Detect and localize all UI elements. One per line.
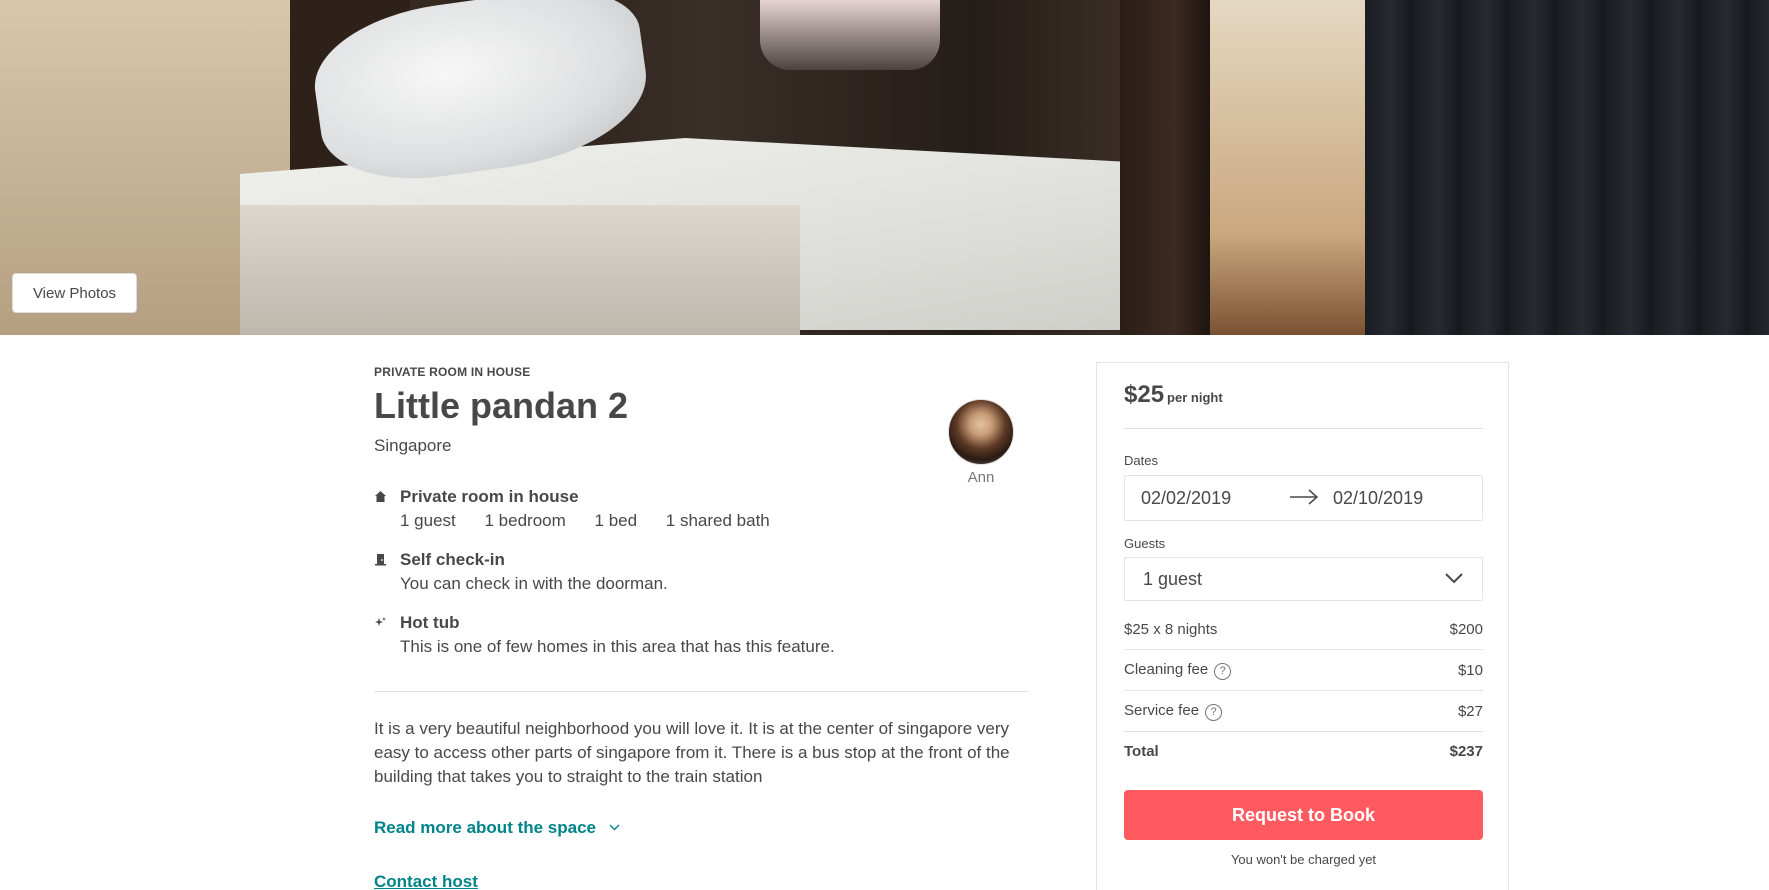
- per-night-label: per night: [1167, 390, 1223, 405]
- listing-description: It is a very beautiful neighborhood you …: [374, 719, 1010, 786]
- highlight-self-check-in: Self check-in You can check in with the …: [374, 550, 1014, 594]
- section-divider: [374, 691, 1029, 692]
- fee-amount: $200: [1449, 620, 1483, 638]
- nightly-price: $25: [1124, 381, 1165, 408]
- highlight-title: Self check-in: [400, 550, 505, 569]
- contact-host-link[interactable]: Contact host: [374, 872, 478, 890]
- listing-title: Little pandan 2: [374, 385, 629, 426]
- listing-highlights: Private room in house 1 guest 1 bedroom …: [374, 487, 1014, 676]
- sparkle-icon: [374, 616, 388, 630]
- arrow-right-icon: [1289, 487, 1319, 507]
- room-details: 1 guest 1 bedroom 1 bed 1 shared bath: [400, 511, 1014, 531]
- fee-amount: $10: [1457, 661, 1483, 679]
- date-range-picker[interactable]: 02/02/2019 02/10/2019: [1124, 475, 1483, 521]
- bed-count: 1 bed: [594, 511, 638, 530]
- card-divider: [1124, 428, 1483, 429]
- listing-header: PRIVATE ROOM IN HOUSE Little pandan 2 Si…: [374, 365, 1029, 456]
- photo-bed-post: [1120, 0, 1210, 335]
- fee-label: $25 x 8 nights: [1124, 620, 1218, 638]
- host-avatar[interactable]: [948, 399, 1014, 465]
- host-profile[interactable]: Ann: [948, 399, 1014, 486]
- total-amount: $237: [1449, 743, 1483, 760]
- bedroom-count: 1 bedroom: [484, 511, 566, 530]
- check-in-date[interactable]: 02/02/2019: [1141, 488, 1231, 509]
- fee-label: Service fee: [1124, 701, 1200, 719]
- highlight-description: This is one of few homes in this area th…: [400, 637, 835, 656]
- guests-label: Guests: [1124, 536, 1166, 551]
- dates-label: Dates: [1124, 453, 1158, 468]
- total-row: Total $237: [1124, 731, 1483, 772]
- photo-chair: [760, 0, 940, 70]
- fee-amount: $27: [1457, 702, 1483, 720]
- house-icon: [374, 490, 388, 504]
- service-fee-row: Service fee? $27: [1124, 691, 1483, 732]
- highlight-hot-tub: Hot tub This is one of few homes in this…: [374, 613, 1014, 657]
- highlight-description: You can check in with the doorman.: [400, 574, 668, 593]
- view-photos-button[interactable]: View Photos: [12, 273, 137, 313]
- nightly-subtotal-row: $25 x 8 nights $200: [1124, 609, 1483, 650]
- check-out-date[interactable]: 02/10/2019: [1333, 488, 1423, 509]
- read-more-label[interactable]: Read more about the space: [374, 818, 596, 837]
- chevron-down-icon[interactable]: [1444, 571, 1464, 585]
- photo-bed-side: [240, 205, 800, 335]
- highlight-title: Hot tub: [400, 613, 460, 632]
- guests-value[interactable]: 1 guest: [1143, 569, 1202, 590]
- request-to-book-button[interactable]: Request to Book: [1124, 790, 1483, 840]
- no-charge-note: You won't be charged yet: [1230, 852, 1377, 867]
- question-mark-icon[interactable]: ?: [1214, 662, 1232, 680]
- cleaning-fee-row: Cleaning fee? $10: [1124, 650, 1483, 691]
- question-mark-icon[interactable]: ?: [1205, 703, 1223, 721]
- price-per-night: $25 per night: [1124, 381, 1223, 409]
- highlight-title: Private room in house: [400, 487, 579, 506]
- total-label: Total: [1124, 743, 1159, 760]
- photo-curtain: [1365, 0, 1769, 335]
- read-more-link[interactable]: Read more about the space: [374, 818, 620, 838]
- highlight-room-type: Private room in house 1 guest 1 bedroom …: [374, 487, 1014, 531]
- door-icon: [374, 553, 388, 567]
- bath-count: 1 shared bath: [665, 511, 770, 530]
- room-type-kicker: PRIVATE ROOM IN HOUSE: [374, 365, 531, 379]
- guest-count: 1 guest: [400, 511, 456, 530]
- photo-window: [1210, 0, 1370, 335]
- host-name[interactable]: Ann: [948, 469, 1014, 486]
- listing-hero-photo[interactable]: [0, 0, 1769, 335]
- chevron-down-icon[interactable]: [609, 819, 620, 834]
- listing-location[interactable]: Singapore: [374, 436, 1029, 456]
- fee-label: Cleaning fee: [1124, 660, 1209, 678]
- guests-select[interactable]: 1 guest: [1124, 557, 1483, 601]
- booking-card: $25 per night Dates 02/02/2019 02/10/2019…: [1096, 362, 1509, 890]
